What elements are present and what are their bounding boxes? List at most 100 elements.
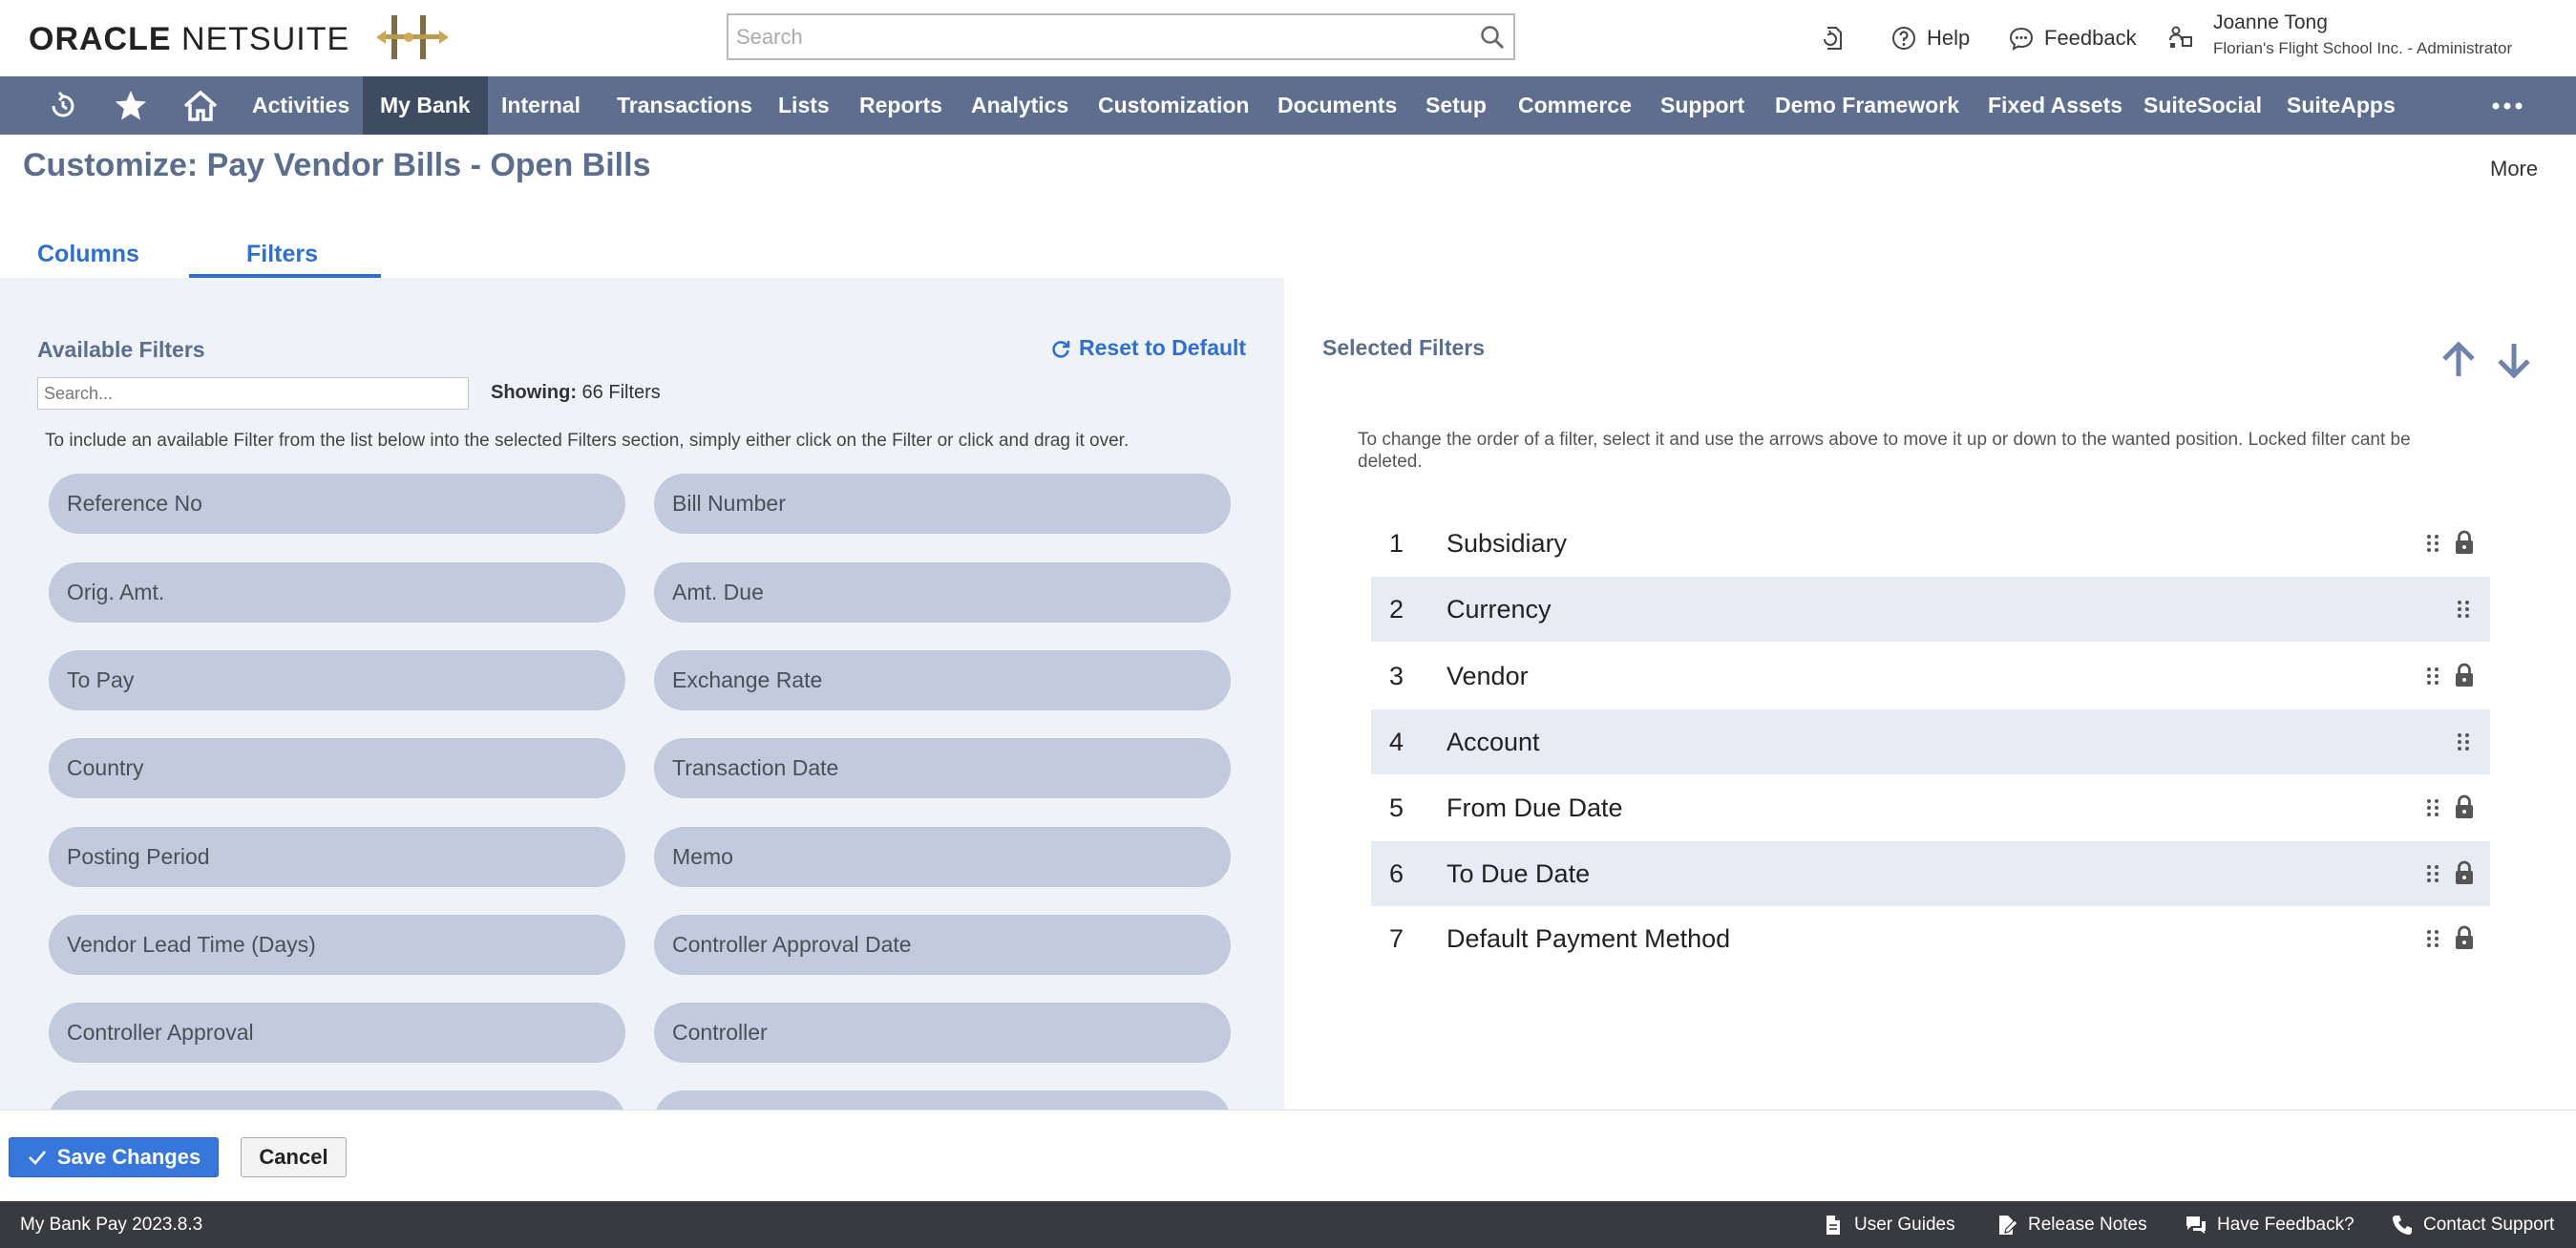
more-actions-link[interactable]: More — [2490, 157, 2538, 181]
lock-icon — [2456, 794, 2473, 818]
drag-handle-icon[interactable] — [2421, 531, 2444, 556]
nav-activities[interactable]: Activities — [235, 76, 367, 135]
nav-internal[interactable]: Internal — [484, 76, 598, 135]
drag-handle-icon[interactable] — [2452, 597, 2475, 622]
nav-lists[interactable]: Lists — [761, 76, 847, 135]
filter-pill-amt-due[interactable]: Amt. Due — [654, 562, 1231, 623]
selected-filter-row[interactable]: 4 Account — [1371, 709, 2490, 774]
selected-filter-row[interactable]: 1 Subsidiary — [1371, 511, 2490, 576]
selected-filter-number: 3 — [1389, 662, 1404, 690]
drag-handle-icon[interactable] — [2421, 795, 2444, 820]
document-icon — [1826, 1215, 1840, 1235]
filter-pill-controller[interactable]: Controller — [654, 1003, 1231, 1063]
feedback-icon — [2009, 27, 2034, 51]
help-button[interactable]: Help — [1890, 23, 1970, 53]
selected-filter-row[interactable]: 5 From Due Date — [1371, 775, 2490, 840]
lock-icon — [2456, 860, 2473, 884]
nav-fixed-assets[interactable]: Fixed Assets — [1971, 76, 2140, 135]
move-down-arrow-icon[interactable] — [2494, 340, 2534, 380]
drag-handle-icon[interactable] — [2452, 730, 2475, 754]
recent-history-icon[interactable] — [45, 88, 81, 124]
drag-handle-icon[interactable] — [2421, 926, 2444, 951]
selected-filters-title: Selected Filters — [1322, 335, 1486, 360]
filter-pill-orig-amt[interactable]: Orig. Amt. — [49, 562, 625, 623]
filter-pill-posting-period[interactable]: Posting Period — [49, 827, 625, 887]
selected-filter-label: From Due Date — [1446, 793, 1623, 822]
filter-search-input[interactable] — [37, 377, 469, 410]
user-org-role[interactable]: Florian's Flight School Inc. - Administr… — [2213, 39, 2512, 58]
user-name[interactable]: Joanne Tong — [2213, 11, 2328, 34]
nav-demo-framework[interactable]: Demo Framework — [1758, 76, 1976, 135]
release-notes-link[interactable]: Release Notes — [1995, 1201, 2147, 1248]
more-menu-icon[interactable] — [2488, 88, 2526, 124]
selected-filter-label: Vendor — [1446, 662, 1529, 690]
recent-records-button[interactable] — [1820, 23, 1847, 53]
selected-filter-row[interactable]: 3 Vendor — [1371, 644, 2490, 709]
save-changes-button[interactable]: Save Changes — [9, 1137, 219, 1177]
filter-count: Showing: 66 Filters — [491, 382, 661, 404]
drag-handle-icon[interactable] — [2421, 664, 2444, 688]
filter-pill-memo[interactable]: Memo — [654, 827, 1231, 887]
favorites-star-icon[interactable] — [113, 88, 149, 124]
home-icon[interactable] — [182, 88, 219, 124]
nav-setup[interactable]: Setup — [1408, 76, 1504, 135]
nav-customization[interactable]: Customization — [1081, 76, 1266, 135]
lock-icon — [2456, 663, 2473, 687]
have-feedback-link[interactable]: Have Feedback? — [2185, 1201, 2354, 1248]
filter-pill-vendor-lead-time[interactable]: Vendor Lead Time (Days) — [49, 915, 625, 975]
tab-filters[interactable]: Filters — [246, 241, 318, 268]
reset-to-default-button[interactable]: Reset to Default — [1050, 335, 1246, 361]
company-logo-icon — [376, 15, 449, 59]
user-guides-link[interactable]: User Guides — [1822, 1201, 1955, 1248]
nav-support[interactable]: Support — [1643, 76, 1762, 135]
nav-analytics[interactable]: Analytics — [954, 76, 1086, 135]
help-label: Help — [1927, 26, 1971, 50]
checkmark-icon — [28, 1151, 46, 1165]
filter-pill-transaction-date[interactable]: Transaction Date — [654, 738, 1231, 798]
selected-filter-number: 2 — [1389, 595, 1404, 624]
nav-suitesocial[interactable]: SuiteSocial — [2126, 76, 2279, 135]
selected-filter-row[interactable]: 6 To Due Date — [1371, 841, 2490, 906]
main-navigation: Activities My Bank Internal Transactions… — [0, 76, 2576, 135]
nav-transactions[interactable]: Transactions — [600, 76, 770, 135]
showing-value: 66 Filters — [581, 382, 661, 403]
tab-columns[interactable]: Columns — [37, 241, 139, 268]
recent-records-icon — [1824, 27, 1842, 50]
search-icon[interactable] — [1479, 24, 1506, 51]
filter-pill-reference-no[interactable]: Reference No — [49, 474, 625, 534]
filter-pill-to-pay[interactable]: To Pay — [49, 650, 625, 710]
filter-pill-partial[interactable] — [654, 1090, 1231, 1110]
lock-icon — [2456, 925, 2473, 949]
move-up-arrow-icon[interactable] — [2439, 340, 2479, 380]
contact-support-link[interactable]: Contact Support — [2391, 1201, 2554, 1248]
filter-pill-partial[interactable] — [49, 1090, 625, 1110]
footer: My Bank Pay 2023.8.3 User Guides Release… — [0, 1201, 2576, 1248]
filter-pill-bill-number[interactable]: Bill Number — [654, 474, 1231, 534]
selected-filter-label: To Due Date — [1446, 859, 1591, 888]
filter-pill-controller-approval-date[interactable]: Controller Approval Date — [654, 915, 1231, 975]
drag-handle-icon[interactable] — [2421, 861, 2444, 886]
netsuite-logo[interactable]: ORACLE NETSUITE — [29, 21, 349, 58]
nav-documents[interactable]: Documents — [1260, 76, 1414, 135]
cancel-button[interactable]: Cancel — [241, 1137, 347, 1177]
nav-commerce[interactable]: Commerce — [1501, 76, 1649, 135]
logo-netsuite-text: NETSUITE — [181, 21, 350, 57]
nav-suiteapps[interactable]: SuiteApps — [2270, 76, 2413, 135]
selected-filters-instructions: To change the order of a filter, select … — [1358, 430, 2411, 472]
filter-pill-controller-approval[interactable]: Controller Approval — [49, 1003, 625, 1063]
available-filters-panel: Available Filters Reset to Default Showi… — [0, 278, 1284, 1110]
top-header: ORACLE NETSUITE Help — [0, 0, 2576, 76]
available-filters-title: Available Filters — [37, 337, 205, 362]
filter-pill-country[interactable]: Country — [49, 738, 625, 798]
role-switch-icon[interactable] — [2167, 23, 2194, 50]
selected-filter-row[interactable]: 7 Default Payment Method — [1371, 906, 2490, 971]
selected-filter-row[interactable]: 2 Currency — [1371, 577, 2490, 642]
filter-pill-exchange-rate[interactable]: Exchange Rate — [654, 650, 1231, 710]
reset-icon — [1052, 340, 1070, 358]
nav-reports[interactable]: Reports — [842, 76, 960, 135]
contact-support-label: Contact Support — [2423, 1214, 2555, 1235]
release-notes-label: Release Notes — [2028, 1214, 2147, 1235]
nav-my-bank[interactable]: My Bank — [363, 76, 488, 135]
global-search-input[interactable] — [728, 15, 1454, 58]
feedback-button[interactable]: Feedback — [2008, 23, 2137, 53]
